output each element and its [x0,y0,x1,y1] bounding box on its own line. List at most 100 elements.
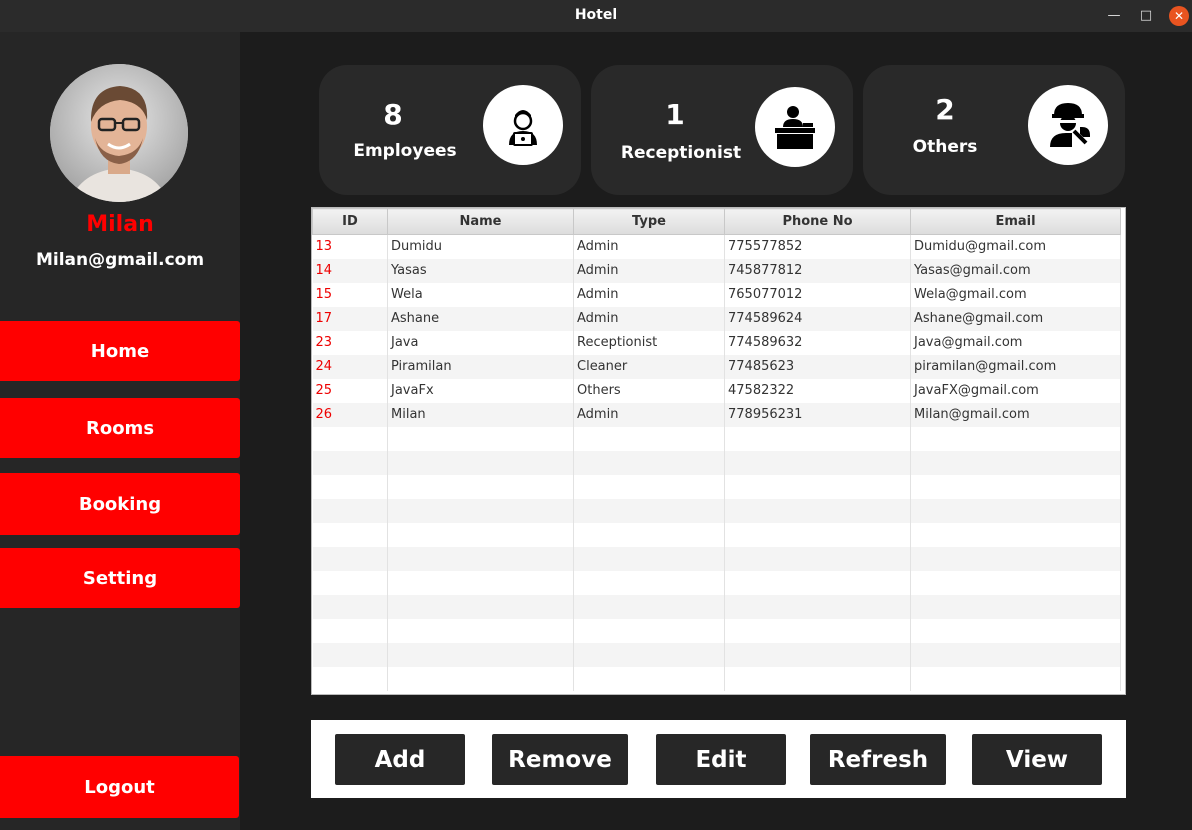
table-cell [910,474,1121,499]
close-icon[interactable]: ✕ [1169,6,1189,26]
table-cell [724,450,911,475]
table-row[interactable] [312,666,1121,691]
stat-card-others: 2 Others [863,65,1125,195]
maximize-icon[interactable]: □ [1136,6,1156,26]
avatar [50,64,188,202]
table-cell [724,546,911,571]
worker-wrench-icon [1028,85,1108,165]
table-cell: 14 [312,258,388,283]
table-row[interactable] [312,474,1121,499]
table-cell [910,666,1121,691]
table-cell: 765077012 [724,282,911,307]
column-header-id[interactable]: ID [312,208,388,235]
table-cell: Ashane@gmail.com [910,306,1121,331]
table-row[interactable] [312,426,1121,451]
table-row[interactable] [312,594,1121,619]
table-cell [387,570,574,595]
table-cell: 15 [312,282,388,307]
table-cell [724,666,911,691]
table-cell: Cleaner [573,354,725,379]
table-row[interactable]: 23 Java Receptionist 774589632 Java@gmail.co… [312,330,1121,355]
table-cell: Java@gmail.com [910,330,1121,355]
column-header-name[interactable]: Name [387,208,574,235]
table-cell [573,474,725,499]
table-cell [387,546,574,571]
table-row[interactable] [312,618,1121,643]
column-header-type[interactable]: Type [573,208,725,235]
table-cell: Java [387,330,574,355]
table-cell [387,474,574,499]
table-row[interactable]: 17 Ashane Admin 774589624 Ashane@gmail.com [312,306,1121,331]
table-row[interactable] [312,450,1121,475]
table-cell: 26 [312,402,388,427]
table-cell [312,642,388,667]
table-row[interactable] [312,570,1121,595]
minimize-icon[interactable]: — [1104,6,1124,26]
table-row[interactable]: 25 JavaFx Others 47582322 JavaFX@gmail.com [312,378,1121,403]
table-cell: 774589624 [724,306,911,331]
stat-count-employees: 8 [383,98,403,131]
logout-button[interactable]: Logout [0,756,239,818]
table-cell [910,570,1121,595]
nav-booking-button[interactable]: Booking [0,473,240,535]
nav-setting-button[interactable]: Setting [0,548,240,608]
table-cell: 23 [312,330,388,355]
column-header-email[interactable]: Email [910,208,1121,235]
table-row[interactable]: 14 Yasas Admin 745877812 Yasas@gmail.com [312,258,1121,283]
stat-count-others: 2 [935,93,955,126]
stat-card-employees: 8 Employees [319,65,581,195]
table-cell: 774589632 [724,330,911,355]
table-cell: Milan [387,402,574,427]
table-cell [573,594,725,619]
table-row[interactable] [312,642,1121,667]
nav-home-button[interactable]: Home [0,321,240,381]
table-cell: Admin [573,402,725,427]
table-cell: 47582322 [724,378,911,403]
table-cell: Yasas@gmail.com [910,258,1121,283]
table-cell [312,570,388,595]
table-cell [312,618,388,643]
table-cell [387,618,574,643]
stat-label-others: Others [912,137,978,157]
nav-rooms-button[interactable]: Rooms [0,398,240,458]
table-cell [910,450,1121,475]
table-cell: JavaFX@gmail.com [910,378,1121,403]
employee-table[interactable]: ID Name Type Phone No Email 13 Dumidu Admi… [311,207,1126,695]
window-title: Hotel [574,7,618,23]
table-cell [724,474,911,499]
table-cell: 77485623 [724,354,911,379]
table-cell: 24 [312,354,388,379]
table-cell [724,618,911,643]
table-row[interactable]: 26 Milan Admin 778956231 Milan@gmail.com [312,402,1121,427]
column-header-phone[interactable]: Phone No [724,208,911,235]
table-row[interactable] [312,498,1121,523]
table-cell [312,426,388,451]
table-cell [387,666,574,691]
table-cell: JavaFx [387,378,574,403]
table-row[interactable]: 13 Dumidu Admin 775577852 Dumidu@gmail.com [312,234,1121,259]
table-cell [387,594,574,619]
edit-button[interactable]: Edit [656,734,786,785]
add-button[interactable]: Add [335,734,465,785]
table-row[interactable]: 15 Wela Admin 765077012 Wela@gmail.com [312,282,1121,307]
table-cell [573,642,725,667]
table-row[interactable] [312,522,1121,547]
refresh-button[interactable]: Refresh [810,734,946,785]
table-cell: Admin [573,234,725,259]
table-cell: Admin [573,306,725,331]
table-cell [387,426,574,451]
table-cell: 25 [312,378,388,403]
table-cell [724,570,911,595]
table-row[interactable]: 24 Piramilan Cleaner 77485623 piramilan@gmai… [312,354,1121,379]
table-cell [910,594,1121,619]
remove-button[interactable]: Remove [492,734,628,785]
table-cell [724,426,911,451]
action-bar: Add Remove Edit Refresh View [311,720,1126,798]
view-button[interactable]: View [972,734,1102,785]
title-bar: Hotel — □ ✕ [0,0,1192,32]
table-row[interactable] [312,546,1121,571]
table-cell: 13 [312,234,388,259]
table-cell [387,642,574,667]
table-cell: Yasas [387,258,574,283]
table-cell: 778956231 [724,402,911,427]
